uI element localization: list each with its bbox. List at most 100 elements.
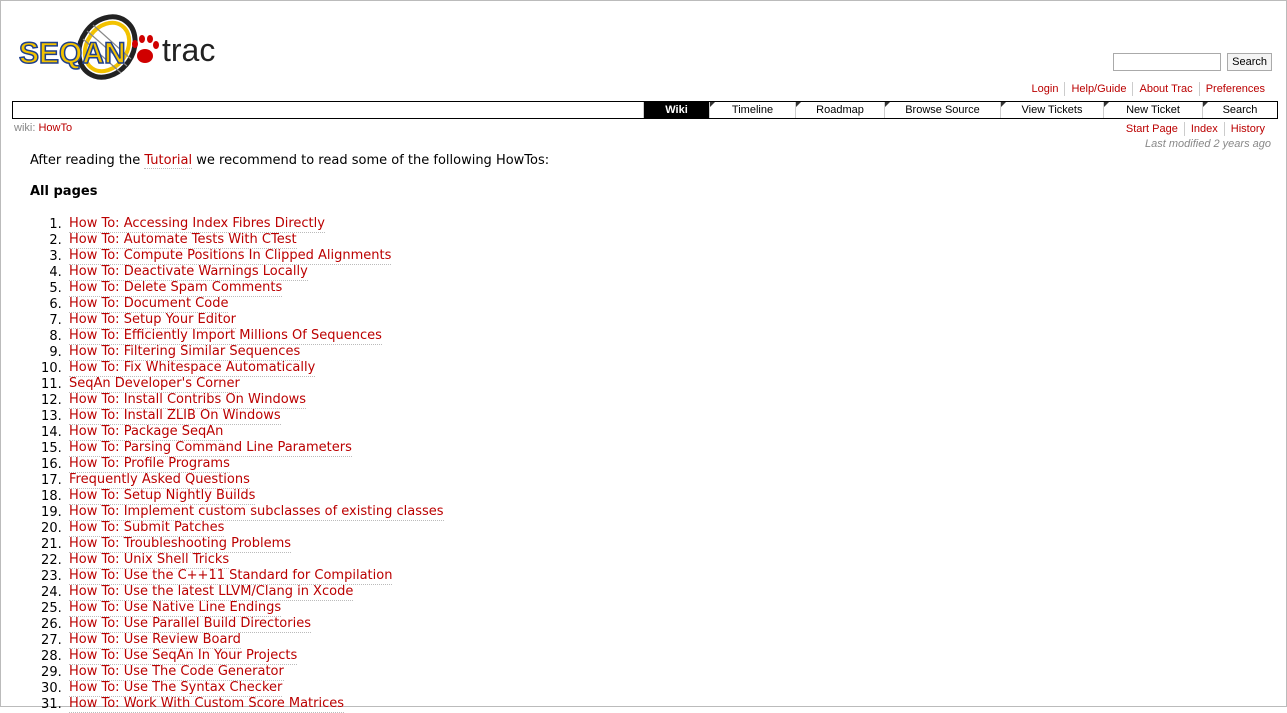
page-link[interactable]: How To: Use the C++11 Standard for Compi… <box>69 569 393 585</box>
last-modified: Last modified 2 years ago <box>1145 138 1271 150</box>
tutorial-link[interactable]: Tutorial <box>144 153 193 169</box>
page-link[interactable]: How To: Setup Nightly Builds <box>69 489 256 505</box>
list-item: 17. Frequently Asked Questions <box>30 473 1260 489</box>
list-item: 20. How To: Submit Patches <box>30 521 1260 537</box>
search-input[interactable] <box>1113 53 1222 71</box>
page-link[interactable]: How To: Use The Code Generator <box>69 665 284 681</box>
list-item-number: 9. <box>49 345 70 360</box>
list-item: 21. How To: Troubleshooting Problems <box>30 537 1260 553</box>
list-item: 12. How To: Install Contribs On Windows <box>30 393 1260 409</box>
intro-paragraph: After reading the Tutorial we recommend … <box>30 152 1260 170</box>
list-item: 11. SeqAn Developer's Corner <box>30 377 1260 393</box>
list-item: 5. How To: Delete Spam Comments <box>30 281 1260 297</box>
list-item-number: 13. <box>41 409 70 424</box>
page-link[interactable]: How To: Use SeqAn In Your Projects <box>69 649 298 665</box>
page-link[interactable]: How To: Compute Positions In Clipped Ali… <box>69 249 392 265</box>
page-link[interactable]: SeqAn Developer's Corner <box>69 377 240 393</box>
tab-wiki[interactable]: Wiki <box>643 102 709 118</box>
list-item-number: 14. <box>41 425 70 440</box>
page-link[interactable]: How To: Submit Patches <box>69 521 225 537</box>
seqan-trac-logo[interactable]: SEQAN trac <box>17 11 229 83</box>
intro-text-before: After reading the <box>30 153 145 168</box>
list-item: 30. How To: Use The Syntax Checker <box>30 681 1260 697</box>
list-item: 26. How To: Use Parallel Build Directori… <box>30 617 1260 633</box>
page-link[interactable]: How To: Install Contribs On Windows <box>69 393 307 409</box>
index-link[interactable]: Index <box>1183 122 1224 136</box>
meta-nav: Login Help/Guide About Trac Preferences <box>1026 82 1271 96</box>
page-link[interactable]: How To: Filtering Similar Sequences <box>69 345 301 361</box>
tab-timeline[interactable]: Timeline <box>709 102 795 118</box>
logo-graphic: SEQAN trac <box>18 14 215 80</box>
start-page-link[interactable]: Start Page <box>1120 122 1184 136</box>
list-item-number: 5. <box>49 281 70 296</box>
list-item-number: 4. <box>49 265 70 280</box>
list-item-number: 15. <box>41 441 70 456</box>
page-link[interactable]: How To: Use Native Line Endings <box>69 601 282 617</box>
intro-text-after: we recommend to read some of the followi… <box>192 153 550 168</box>
page-link[interactable]: How To: Accessing Index Fibres Directly <box>69 217 325 233</box>
page-link[interactable]: How To: Package SeqAn <box>69 425 224 441</box>
page-link[interactable]: How To: Parsing Command Line Parameters <box>69 441 352 457</box>
page-link[interactable]: How To: Implement custom subclasses of e… <box>69 505 444 521</box>
list-item-number: 7. <box>49 313 70 328</box>
list-item: 2. How To: Automate Tests With CTest <box>30 233 1260 249</box>
page-link[interactable]: How To: Setup Your Editor <box>69 313 237 329</box>
page-link[interactable]: How To: Deactivate Warnings Locally <box>69 265 308 281</box>
list-item-number: 28. <box>41 649 70 664</box>
list-item: 27. How To: Use Review Board <box>30 633 1260 649</box>
tab-view-tickets[interactable]: View Tickets <box>1000 102 1103 118</box>
login-link[interactable]: Login <box>1026 82 1065 96</box>
list-item-number: 22. <box>41 553 70 568</box>
history-link[interactable]: History <box>1223 122 1271 136</box>
list-item-number: 17. <box>41 473 70 488</box>
list-item-number: 27. <box>41 633 70 648</box>
list-item: 6. How To: Document Code <box>30 297 1260 313</box>
list-item: 4. How To: Deactivate Warnings Locally <box>30 265 1260 281</box>
page-link[interactable]: Frequently Asked Questions <box>69 473 250 489</box>
page-link[interactable]: How To: Automate Tests With CTest <box>69 233 297 249</box>
preferences-link[interactable]: Preferences <box>1198 82 1271 96</box>
page-link[interactable]: How To: Fix Whitespace Automatically <box>69 361 316 377</box>
page-link[interactable]: How To: Unix Shell Tricks <box>69 553 230 569</box>
list-item-number: 21. <box>41 537 70 552</box>
page-link[interactable]: How To: Use the latest LLVM/Clang in Xco… <box>69 585 354 601</box>
tab-browse-source[interactable]: Browse Source <box>884 102 1000 118</box>
page-link[interactable]: How To: Use The Syntax Checker <box>69 681 283 697</box>
help-guide-link[interactable]: Help/Guide <box>1064 82 1132 96</box>
page-link[interactable]: How To: Use Parallel Build Directories <box>69 617 311 633</box>
list-item-number: 26. <box>41 617 70 632</box>
page-link[interactable]: How To: Document Code <box>69 297 229 313</box>
list-item: 18. How To: Setup Nightly Builds <box>30 489 1260 505</box>
list-item-number: 11. <box>41 377 70 392</box>
list-item: 29. How To: Use The Code Generator <box>30 665 1260 681</box>
page-link[interactable]: How To: Use Review Board <box>69 633 241 649</box>
list-item: 1. How To: Accessing Index Fibres Direct… <box>30 217 1260 233</box>
about-trac-link[interactable]: About Trac <box>1132 82 1198 96</box>
list-item-number: 2. <box>49 233 70 248</box>
tab-search[interactable]: Search <box>1202 102 1277 118</box>
page-link[interactable]: How To: Install ZLIB On Windows <box>69 409 281 425</box>
list-item-number: 30. <box>41 681 70 696</box>
list-item: 15. How To: Parsing Command Line Paramet… <box>30 441 1260 457</box>
list-item: 3. How To: Compute Positions In Clipped … <box>30 249 1260 265</box>
tab-roadmap[interactable]: Roadmap <box>795 102 884 118</box>
tab-new-ticket[interactable]: New Ticket <box>1103 102 1202 118</box>
search-button[interactable]: Search <box>1227 53 1272 71</box>
page-link[interactable]: How To: Efficiently Import Millions Of S… <box>69 329 382 345</box>
list-item: 16. How To: Profile Programs <box>30 457 1260 473</box>
page-link[interactable]: How To: Work With Custom Score Matrices <box>69 697 345 713</box>
list-item: 14. How To: Package SeqAn <box>30 425 1260 441</box>
page-link[interactable]: How To: Troubleshooting Problems <box>69 537 292 553</box>
list-item-number: 20. <box>41 521 70 536</box>
page-link[interactable]: How To: Delete Spam Comments <box>69 281 283 297</box>
page-list: 1. How To: Accessing Index Fibres Direct… <box>30 217 1260 713</box>
list-item-number: 10. <box>41 361 70 376</box>
list-item: 25. How To: Use Native Line Endings <box>30 601 1260 617</box>
context-nav: Start Page Index History <box>1120 122 1271 136</box>
list-item-number: 3. <box>49 249 70 264</box>
logo-seqan-text: SEQAN <box>19 37 126 70</box>
breadcrumb-page-link[interactable]: HowTo <box>38 122 72 134</box>
list-item-number: 29. <box>41 665 70 680</box>
page-link[interactable]: How To: Profile Programs <box>69 457 230 473</box>
list-item: 8. How To: Efficiently Import Millions O… <box>30 329 1260 345</box>
